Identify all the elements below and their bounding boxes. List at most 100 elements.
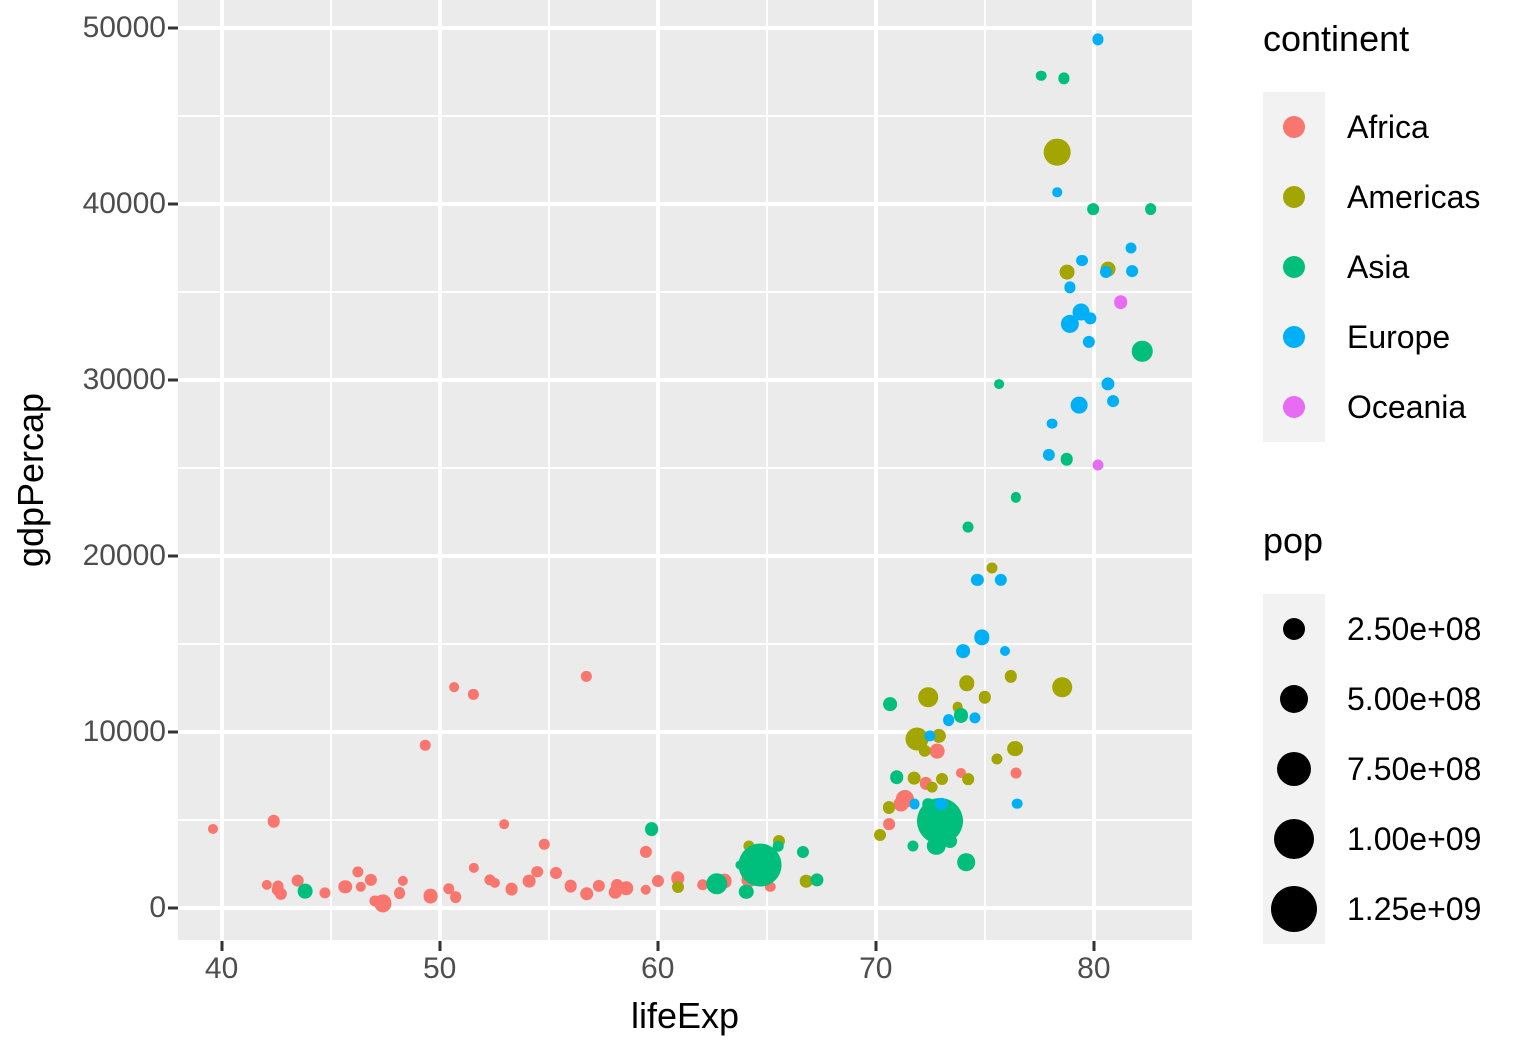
x-tick-label: 40 — [204, 952, 239, 985]
data-point — [1059, 264, 1075, 280]
x-tick-mark — [1092, 941, 1096, 951]
legend-dot-icon — [1274, 819, 1314, 859]
data-point — [890, 770, 904, 784]
data-point — [978, 691, 991, 704]
data-point — [956, 644, 970, 658]
gridline-minor-vertical — [765, 0, 768, 940]
legend-item-label: 1.25e+09 — [1347, 890, 1482, 927]
legend-swatch — [1263, 598, 1325, 660]
data-point — [499, 819, 509, 829]
y-tick-label: 50000 — [82, 11, 166, 45]
data-point — [267, 814, 280, 828]
gridline-minor-vertical — [547, 0, 550, 940]
pop-legend-item[interactable]: 1.25e+09 — [1263, 878, 1481, 940]
legend-item-label: 7.50e+08 — [1347, 750, 1482, 787]
pop-legend-item[interactable]: 2.50e+08 — [1263, 598, 1481, 660]
pop-legend-item[interactable]: 7.50e+08 — [1263, 738, 1481, 800]
data-point — [448, 682, 459, 692]
pop-legend-item[interactable]: 1.00e+09 — [1263, 808, 1481, 870]
data-point — [874, 828, 887, 841]
legend-swatch — [1263, 376, 1325, 438]
x-tick-mark — [874, 941, 878, 951]
chart-root: gdpPercap 0 10000 20000 30000 40000 50000 40 5… — [0, 0, 1540, 1060]
data-point — [1011, 798, 1023, 810]
data-point — [1060, 452, 1073, 466]
data-point — [962, 773, 975, 786]
data-point — [986, 562, 998, 574]
legend-swatch — [1263, 306, 1325, 368]
data-point — [991, 753, 1003, 765]
data-point — [810, 873, 824, 887]
legend-swatch — [1263, 166, 1325, 228]
data-point — [936, 773, 949, 786]
data-point — [1114, 295, 1128, 309]
gridline-major-horizontal — [178, 378, 1192, 383]
continent-legend-item[interactable]: Oceania — [1263, 376, 1466, 438]
data-point — [365, 874, 378, 887]
plot-panel — [178, 0, 1192, 940]
legend-item-label: Americas — [1347, 178, 1481, 215]
gridline-major-vertical — [873, 0, 878, 940]
data-point — [468, 863, 480, 874]
data-point — [640, 884, 651, 895]
data-point — [611, 879, 624, 891]
data-point — [1075, 254, 1088, 267]
gridline-major-vertical — [655, 0, 660, 940]
data-point — [1058, 72, 1070, 85]
data-point — [1046, 418, 1058, 429]
data-point — [954, 708, 969, 723]
legend-area: continent Africa Americas Asia Europe Oceania… — [1245, 0, 1540, 1060]
data-point — [1144, 203, 1157, 215]
continent-legend-item[interactable]: Europe — [1263, 306, 1450, 368]
data-point — [907, 771, 921, 785]
legend-swatch — [1263, 808, 1325, 870]
legend-swatch — [1263, 738, 1325, 800]
data-point — [1131, 340, 1153, 362]
y-tick-mark — [168, 378, 178, 382]
data-point — [272, 880, 284, 892]
continent-legend-item[interactable]: Asia — [1263, 236, 1409, 298]
data-point — [1052, 187, 1063, 198]
legend-item-label: Asia — [1347, 248, 1410, 285]
data-point — [355, 881, 367, 893]
continent-legend-item[interactable]: Americas — [1263, 166, 1480, 228]
data-point — [393, 887, 406, 900]
pop-legend-item[interactable]: 5.00e+08 — [1263, 668, 1481, 730]
gridline-major-horizontal — [178, 202, 1192, 207]
x-tick-mark — [438, 941, 442, 951]
data-point — [1010, 492, 1021, 503]
data-point — [926, 781, 938, 793]
legend-dot-icon — [1283, 618, 1305, 640]
data-point — [1035, 70, 1047, 81]
x-tick-label: 70 — [859, 952, 893, 985]
legend-item-label: 5.00e+08 — [1347, 680, 1482, 717]
pop-legend-title: pop — [1263, 520, 1324, 561]
data-point — [883, 801, 896, 814]
gridline-major-horizontal — [178, 554, 1192, 559]
data-point — [468, 689, 479, 700]
legend-dot-icon — [1283, 326, 1305, 348]
legend-swatch — [1263, 668, 1325, 730]
x-axis-title: lifeExp — [630, 995, 740, 1036]
data-point — [959, 675, 975, 692]
x-tick-label: 60 — [641, 952, 675, 985]
legend-dot-icon — [1283, 256, 1305, 278]
gridline-major-vertical — [219, 0, 224, 940]
data-point — [397, 876, 408, 887]
data-point — [922, 798, 934, 810]
data-point — [352, 866, 364, 878]
x-tick-label: 80 — [1077, 952, 1111, 985]
y-tick-mark — [168, 554, 178, 558]
data-point — [581, 671, 592, 682]
data-point — [883, 818, 896, 830]
data-point — [909, 798, 921, 810]
data-point — [962, 521, 974, 533]
data-point — [208, 823, 219, 834]
x-tick-mark — [220, 941, 224, 951]
y-axis-title: gdpPercap — [10, 392, 51, 568]
data-point — [644, 821, 659, 836]
continent-legend-item[interactable]: Africa — [1263, 96, 1429, 158]
data-point — [338, 880, 353, 894]
gridline-major-horizontal — [178, 906, 1192, 911]
y-tick-label: 0 — [149, 891, 166, 925]
